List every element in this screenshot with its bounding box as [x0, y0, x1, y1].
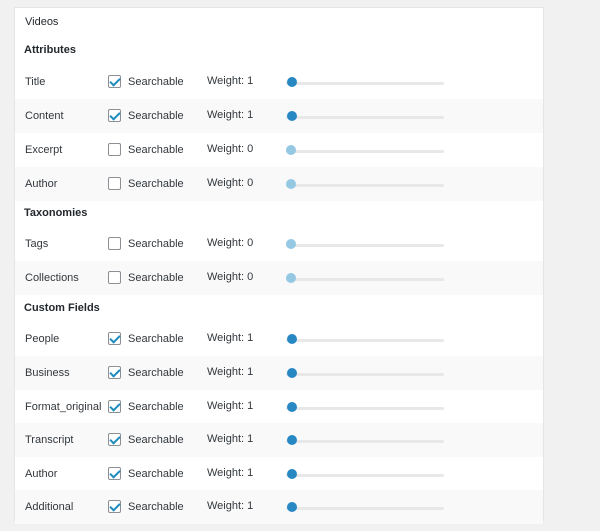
field-label: Transcript	[25, 434, 74, 446]
searchable-checkbox[interactable]	[108, 109, 121, 122]
weight-slider-track[interactable]	[286, 82, 444, 85]
checkmark-icon	[109, 500, 121, 512]
checkmark-icon	[109, 467, 121, 479]
weight-value: Weight: 1	[207, 75, 254, 87]
weight-slider-track[interactable]	[286, 184, 444, 187]
checkmark-icon	[109, 109, 121, 121]
searchable-label: Searchable	[128, 333, 184, 345]
searchable-checkbox[interactable]	[108, 332, 121, 345]
weight-slider-handle[interactable]	[287, 334, 298, 344]
searchable-label: Searchable	[128, 272, 184, 284]
weight-slider-handle[interactable]	[287, 368, 298, 378]
weight-value: Weight: 0	[207, 271, 254, 283]
searchable-checkbox[interactable]	[108, 500, 121, 513]
weight-value: Weight: 1	[207, 500, 254, 512]
field-label: Excerpt	[25, 144, 63, 156]
field-row-title: Title Searchable Weight: 1	[15, 65, 543, 99]
field-row-format-original: Format_original Searchable Weight: 1	[15, 390, 543, 424]
field-row-content: Content Searchable Weight: 1	[15, 99, 543, 133]
searchable-checkbox[interactable]	[108, 271, 121, 284]
weight-value: Weight: 1	[207, 332, 254, 344]
searchable-checkbox[interactable]	[108, 433, 121, 446]
weight-slider-track[interactable]	[286, 440, 444, 443]
weight-slider-handle[interactable]	[286, 239, 296, 249]
field-label: People	[25, 333, 60, 345]
searchable-label: Searchable	[128, 110, 184, 122]
weight-value: Weight: 0	[207, 143, 254, 155]
searchable-checkbox[interactable]	[108, 400, 121, 413]
weight-slider-track[interactable]	[286, 507, 444, 510]
searchable-checkbox[interactable]	[108, 177, 121, 190]
weight-slider-handle[interactable]	[287, 469, 298, 479]
field-label: Content	[25, 110, 64, 122]
checkmark-icon	[109, 366, 121, 378]
field-row-tags: Tags Searchable Weight: 0	[15, 227, 543, 261]
weight-slider-track[interactable]	[286, 373, 444, 376]
field-label: Format_original	[25, 401, 102, 413]
section-heading-taxonomies: Taxonomies	[24, 207, 88, 219]
section-heading-attributes: Attributes	[24, 44, 76, 56]
searchable-label: Searchable	[128, 238, 184, 250]
weight-value: Weight: 1	[207, 467, 254, 479]
field-label: Tags	[25, 238, 49, 250]
searchable-label: Searchable	[128, 501, 184, 513]
searchable-checkbox[interactable]	[108, 75, 121, 88]
field-row-people: People Searchable Weight: 1	[15, 322, 543, 356]
weight-slider-track[interactable]	[286, 244, 444, 247]
weight-slider-track[interactable]	[286, 474, 444, 477]
checkmark-icon	[109, 332, 121, 344]
checkmark-icon	[109, 75, 121, 87]
section-heading-custom-fields: Custom Fields	[24, 302, 100, 314]
videos-panel: Videos Attributes Title Searchable Weight:…	[14, 7, 544, 524]
field-row-collections: Collections Searchable Weight: 0	[15, 261, 543, 295]
field-label: Collections	[25, 272, 79, 284]
weight-slider-handle[interactable]	[287, 435, 298, 445]
checkmark-icon	[109, 400, 121, 412]
field-label: Additional	[25, 501, 74, 513]
weight-slider-track[interactable]	[286, 339, 444, 342]
weight-slider-handle[interactable]	[287, 77, 298, 87]
weight-slider-handle[interactable]	[286, 179, 296, 189]
searchable-label: Searchable	[128, 178, 184, 190]
weight-slider-track[interactable]	[286, 407, 444, 410]
field-row-business: Business Searchable Weight: 1	[15, 356, 543, 390]
weight-value: Weight: 1	[207, 366, 254, 378]
weight-slider-handle[interactable]	[286, 145, 296, 155]
field-row-author-custom: Author Searchable Weight: 1	[15, 457, 543, 491]
weight-value: Weight: 1	[207, 400, 254, 412]
weight-value: Weight: 0	[207, 177, 254, 189]
searchable-label: Searchable	[128, 367, 184, 379]
searchable-checkbox[interactable]	[108, 143, 121, 156]
weight-slider-track[interactable]	[286, 150, 444, 153]
field-row-author: Author Searchable Weight: 0	[15, 167, 543, 201]
weight-value: Weight: 1	[207, 433, 254, 445]
weight-slider-handle[interactable]	[287, 402, 298, 412]
field-label: Title	[25, 76, 46, 88]
searchable-checkbox[interactable]	[108, 237, 121, 250]
field-label: Author	[25, 178, 58, 190]
field-label: Business	[25, 367, 70, 379]
weight-value: Weight: 1	[207, 109, 254, 121]
weight-slider-handle[interactable]	[286, 273, 296, 283]
field-row-transcript: Transcript Searchable Weight: 1	[15, 423, 543, 457]
field-label: Author	[25, 468, 58, 480]
checkmark-icon	[109, 433, 121, 445]
searchable-checkbox[interactable]	[108, 467, 121, 480]
weight-slider-handle[interactable]	[287, 502, 298, 512]
weight-value: Weight: 0	[207, 237, 254, 249]
field-row-excerpt: Excerpt Searchable Weight: 0	[15, 133, 543, 167]
searchable-label: Searchable	[128, 144, 184, 156]
weight-slider-handle[interactable]	[287, 111, 298, 121]
weight-slider-track[interactable]	[286, 278, 444, 281]
searchable-label: Searchable	[128, 401, 184, 413]
searchable-label: Searchable	[128, 76, 184, 88]
searchable-label: Searchable	[128, 434, 184, 446]
panel-title: Videos	[25, 16, 59, 28]
searchable-checkbox[interactable]	[108, 366, 121, 379]
weight-slider-track[interactable]	[286, 116, 444, 119]
field-row-additional: Additional Searchable Weight: 1	[15, 490, 543, 524]
searchable-label: Searchable	[128, 468, 184, 480]
